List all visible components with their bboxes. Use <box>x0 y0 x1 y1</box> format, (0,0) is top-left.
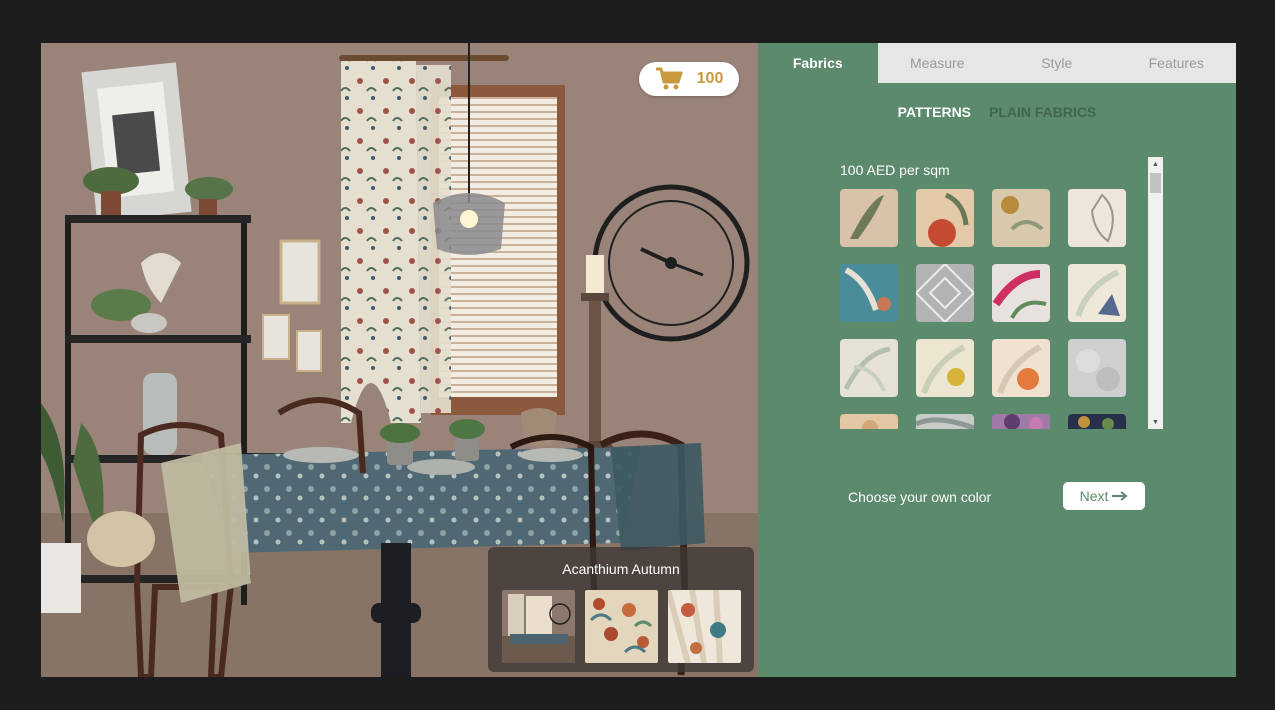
fabric-swatch[interactable] <box>840 264 898 322</box>
scrollbar-thumb[interactable] <box>1150 173 1161 193</box>
fabric-thumbnail-pattern[interactable] <box>585 590 658 663</box>
swatch-grid <box>840 189 1146 429</box>
fabric-swatch[interactable] <box>1068 189 1126 247</box>
fabric-thumbnails <box>502 590 741 663</box>
fabric-swatch[interactable] <box>992 189 1050 247</box>
selected-fabric-card: Acanthium Autumn <box>488 547 754 672</box>
curtain-configurator: 100 Acanthium Autumn Fabrics Measure Sty… <box>41 43 1236 677</box>
fabric-swatch[interactable] <box>840 339 898 397</box>
fabric-thumbnail-drape[interactable] <box>668 590 741 663</box>
swatch-scrollbar[interactable]: ▲ ▼ <box>1148 157 1163 429</box>
tab-fabrics[interactable]: Fabrics <box>758 43 878 83</box>
fabric-swatch[interactable] <box>840 189 898 247</box>
fabric-swatch[interactable] <box>1068 414 1126 429</box>
subtab-patterns[interactable]: PATTERNS <box>898 104 971 120</box>
scroll-up-arrow-icon[interactable]: ▲ <box>1148 157 1163 171</box>
tab-style[interactable]: Style <box>997 43 1117 83</box>
configuration-panel: Fabrics Measure Style Features PATTERNS … <box>758 43 1236 677</box>
tab-measure[interactable]: Measure <box>878 43 998 83</box>
fabric-swatch[interactable] <box>1068 264 1126 322</box>
arrow-right-icon <box>1112 488 1128 504</box>
tab-features[interactable]: Features <box>1117 43 1237 83</box>
fabric-thumbnail-room[interactable] <box>502 590 575 663</box>
fabric-swatch[interactable] <box>1068 339 1126 397</box>
subtab-plain-fabrics[interactable]: PLAIN FABRICS <box>989 104 1096 120</box>
tab-bar: Fabrics Measure Style Features <box>758 43 1236 83</box>
price-label: 100 AED per sqm <box>840 162 950 178</box>
selected-fabric-name: Acanthium Autumn <box>562 561 680 577</box>
room-preview: 100 Acanthium Autumn <box>41 43 758 677</box>
fabric-swatch[interactable] <box>916 339 974 397</box>
fabric-swatch[interactable] <box>840 414 898 429</box>
fabric-swatch[interactable] <box>992 339 1050 397</box>
next-button[interactable]: Next <box>1063 482 1145 510</box>
cart-count: 100 <box>696 70 724 87</box>
swatch-list[interactable] <box>840 189 1146 429</box>
cart-icon <box>655 67 683 91</box>
choose-own-color-link[interactable]: Choose your own color <box>848 489 991 505</box>
cart-button[interactable]: 100 <box>639 62 739 96</box>
fabric-swatch[interactable] <box>992 264 1050 322</box>
fabric-swatch[interactable] <box>916 264 974 322</box>
fabric-type-tabs: PATTERNS PLAIN FABRICS <box>758 104 1236 120</box>
scroll-down-arrow-icon[interactable]: ▼ <box>1148 415 1163 429</box>
fabric-swatch[interactable] <box>916 189 974 247</box>
fabric-swatch[interactable] <box>916 414 974 429</box>
next-button-label: Next <box>1079 488 1109 504</box>
fabric-swatch[interactable] <box>992 414 1050 429</box>
